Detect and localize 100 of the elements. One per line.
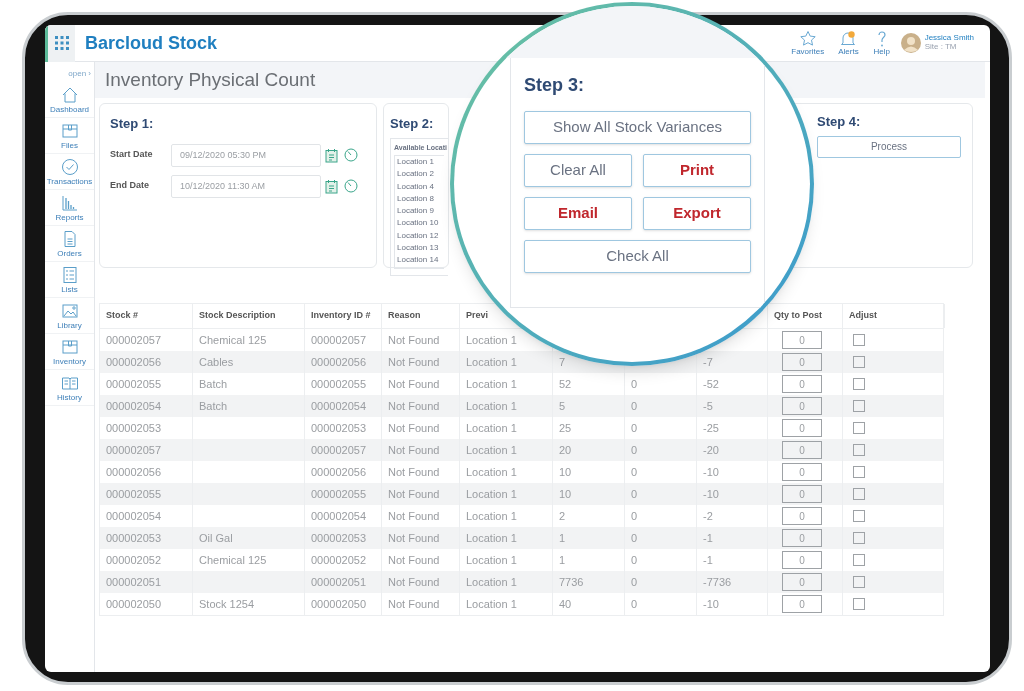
table-cell-text: 000002052 bbox=[311, 552, 367, 568]
sidebar-item[interactable]: Orders bbox=[45, 226, 94, 262]
qty-field[interactable]: 0 bbox=[782, 419, 822, 437]
table-cell-text: Location 1 bbox=[466, 354, 517, 370]
adjust-checkbox[interactable] bbox=[853, 576, 865, 588]
qty-field[interactable]: 0 bbox=[782, 397, 822, 415]
table-cell-text: 000002053 bbox=[106, 420, 162, 436]
location-item[interactable]: Location 10 bbox=[397, 217, 439, 230]
table-cell-text: -7 bbox=[703, 354, 713, 370]
sidebar-item[interactable]: Files bbox=[45, 118, 94, 154]
sidebar-item[interactable]: Transactions bbox=[45, 154, 94, 190]
table-cell-text: Oil Gal bbox=[199, 530, 233, 546]
table-cell-text: Not Found bbox=[388, 596, 440, 612]
table-cell-text: Not Found bbox=[388, 376, 440, 392]
adjust-checkbox[interactable] bbox=[853, 510, 865, 522]
qty-field[interactable]: 0 bbox=[782, 529, 822, 547]
sidebar-item[interactable]: Lists bbox=[45, 262, 94, 298]
process-button[interactable]: Process bbox=[817, 135, 961, 158]
table-cell-text: 0 bbox=[631, 596, 638, 612]
calendar-icon[interactable] bbox=[325, 178, 338, 194]
header-action-button[interactable]: Help bbox=[872, 30, 891, 56]
location-item[interactable]: Location 12 bbox=[397, 229, 439, 243]
location-item[interactable]: Location 8 bbox=[397, 192, 434, 206]
table-cell-text: Location 1 bbox=[466, 464, 517, 480]
adjust-checkbox[interactable] bbox=[853, 554, 865, 566]
qty-field[interactable]: 0 bbox=[782, 441, 822, 459]
step-button[interactable]: Export bbox=[643, 197, 751, 230]
field-label: Start Date bbox=[110, 148, 154, 162]
table-cell-text: 000002055 bbox=[106, 376, 162, 392]
table-cell-text: Location 1 bbox=[466, 420, 517, 436]
adjust-checkbox[interactable] bbox=[853, 400, 865, 412]
location-item[interactable]: Location 2 bbox=[397, 168, 434, 181]
qty-field[interactable]: 0 bbox=[782, 331, 822, 349]
qty-field[interactable]: 0 bbox=[782, 353, 822, 371]
table-cell-text: Not Found bbox=[388, 486, 440, 502]
bar-chart-icon bbox=[59, 193, 80, 213]
table-cell-text: 000002053 bbox=[311, 530, 367, 546]
adjust-checkbox[interactable] bbox=[853, 598, 865, 610]
table-cell-text: 25 bbox=[559, 420, 572, 436]
location-item[interactable]: Location 4 bbox=[397, 180, 434, 193]
adjust-checkbox[interactable] bbox=[853, 532, 865, 544]
location-item[interactable]: Location 13 bbox=[397, 242, 439, 255]
sidebar-item[interactable]: Inventory bbox=[45, 334, 94, 370]
adjust-checkbox[interactable] bbox=[853, 378, 865, 390]
table-cell-text: Not Found bbox=[388, 574, 440, 590]
table-cell-text: 0 bbox=[631, 420, 638, 436]
qty-field[interactable]: 0 bbox=[782, 595, 822, 613]
header-action-button[interactable]: Alerts bbox=[838, 30, 859, 56]
sidebar-item[interactable]: Dashboard bbox=[45, 82, 94, 118]
column-header: Qty to Post bbox=[774, 309, 822, 323]
table-cell-text: Not Found bbox=[388, 552, 440, 568]
qty-field[interactable]: 0 bbox=[782, 485, 822, 503]
adjust-checkbox[interactable] bbox=[853, 466, 865, 478]
location-list[interactable]: Location 1 Location 2 Location 4 Location 8 Location 9 Location 10 Location 12 Location 13 Location 14 bbox=[394, 155, 444, 269]
step-button[interactable]: Show All Stock Variances bbox=[524, 111, 751, 144]
date-field[interactable]: 09/12/2020 05:30 PM bbox=[171, 143, 321, 167]
table-cell-text: 52 bbox=[559, 376, 572, 392]
table-cell-text: 0 bbox=[631, 486, 638, 502]
table-cell-text: 000002054 bbox=[311, 398, 367, 414]
date-field[interactable]: 10/12/2020 11:30 AM bbox=[171, 174, 321, 198]
adjust-checkbox[interactable] bbox=[853, 488, 865, 500]
table-cell-text: 10 bbox=[559, 486, 572, 502]
qty-field[interactable]: 0 bbox=[782, 463, 822, 481]
qty-field[interactable]: 0 bbox=[782, 375, 822, 393]
step-button[interactable]: Check All bbox=[524, 240, 751, 273]
location-item[interactable]: Location 1 bbox=[397, 156, 434, 169]
step-button[interactable]: Clear All bbox=[524, 154, 632, 187]
table-cell-text: Not Found bbox=[388, 332, 440, 348]
step-button[interactable]: Print bbox=[643, 154, 751, 187]
location-item[interactable]: Location 14 bbox=[397, 254, 439, 267]
step-button[interactable]: Email bbox=[524, 197, 632, 230]
table-cell-text: 0 bbox=[631, 376, 638, 392]
sidebar-item[interactable]: History bbox=[45, 370, 94, 406]
table-cell-text: 000002053 bbox=[311, 420, 367, 436]
sidebar-item[interactable]: Library bbox=[45, 298, 94, 334]
adjust-checkbox[interactable] bbox=[853, 422, 865, 434]
table-cell-text: Chemical 125 bbox=[199, 332, 267, 348]
table-cell-text: -25 bbox=[703, 420, 719, 436]
clock-icon[interactable] bbox=[344, 178, 358, 193]
sidebar-item[interactable]: Reports bbox=[45, 190, 94, 226]
location-item[interactable]: Location 9 bbox=[397, 205, 434, 218]
table-cell-text: 7 bbox=[559, 354, 566, 370]
header-action-button[interactable]: Favorites bbox=[791, 30, 825, 56]
sidebar-toggle[interactable]: open › bbox=[68, 68, 91, 80]
clock-icon[interactable] bbox=[344, 147, 358, 162]
table-cell-text: -1 bbox=[703, 552, 713, 568]
qty-field[interactable]: 0 bbox=[782, 551, 822, 569]
qty-field[interactable]: 0 bbox=[782, 507, 822, 525]
table-cell-text: Location 1 bbox=[466, 398, 517, 414]
calendar-icon[interactable] bbox=[325, 147, 338, 163]
adjust-checkbox[interactable] bbox=[853, 444, 865, 456]
box-icon bbox=[59, 121, 80, 141]
adjust-checkbox[interactable] bbox=[853, 356, 865, 368]
table-cell-text: Not Found bbox=[388, 354, 440, 370]
qty-field[interactable]: 0 bbox=[782, 573, 822, 591]
grid-icon bbox=[54, 36, 69, 50]
apps-menu-button[interactable] bbox=[45, 25, 75, 62]
table-cell-text: 0 bbox=[631, 530, 638, 546]
table-cell-text: 000002052 bbox=[106, 552, 162, 568]
adjust-checkbox[interactable] bbox=[853, 334, 865, 346]
